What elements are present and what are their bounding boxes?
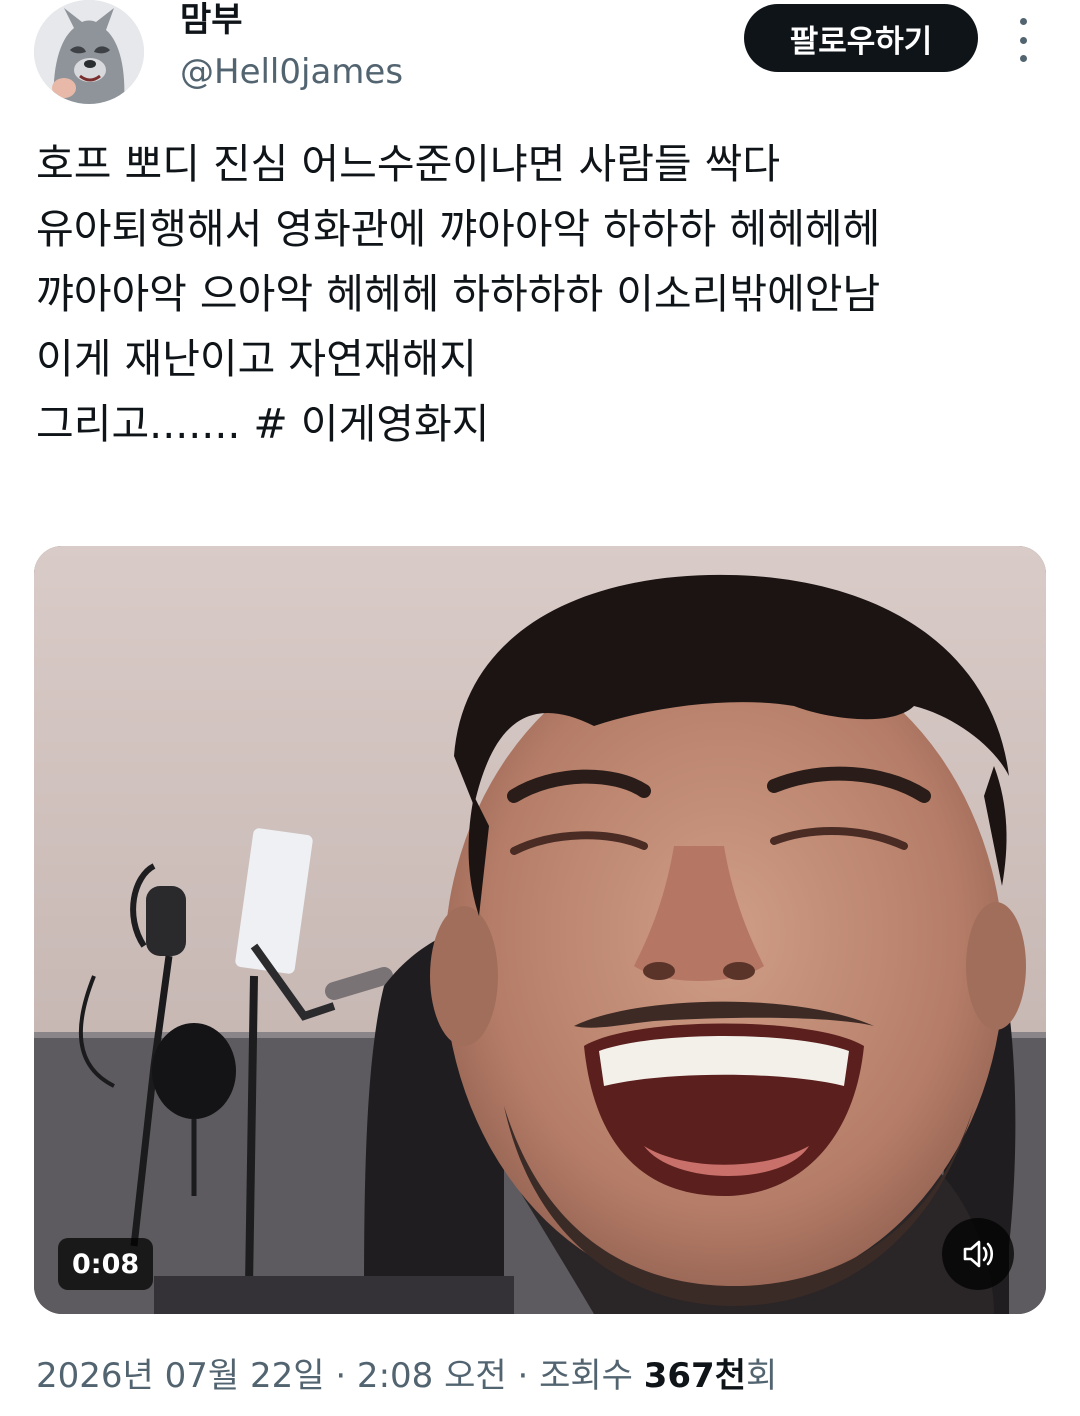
view-count: 367천 <box>643 1356 746 1396</box>
video-duration: 0:08 <box>58 1238 154 1290</box>
tweet-text: 호프 뽀디 진심 어느수준이냐면 사람들 싹다 유아퇴행해서 영화관에 꺄아아악… <box>36 132 1046 457</box>
tweet-text-line: 꺄아아악 으아악 헤헤헤 하하하하 이소리밖에안남 <box>36 270 881 318</box>
video-player[interactable]: 0:08 <box>34 546 1046 1314</box>
more-dot <box>1019 18 1027 25</box>
follow-button[interactable]: 팔로우하기 <box>744 4 978 72</box>
view-count-suffix: 회 <box>746 1356 778 1396</box>
author-handle[interactable]: @Hell0james <box>180 50 403 94</box>
tweet-text-line: 호프 뽀디 진심 어느수준이냐면 사람들 싹다 <box>36 140 781 188</box>
avatar-image <box>34 0 144 104</box>
tweet-meta: 2026년 07월 22일 · 2:08 오전 · 조회수 367천회 <box>36 1354 777 1398</box>
speaker-muted-icon[interactable] <box>942 1218 1014 1290</box>
video-frame <box>34 546 1046 1314</box>
more-vertical-icon[interactable] <box>1010 18 1036 62</box>
more-dot <box>1019 36 1027 44</box>
tweet-text-line: 유아퇴행해서 영화관에 꺄아아악 하하하 헤헤헤헤 <box>36 205 881 253</box>
tweet-header: 맘부 @Hell0james 팔로우하기 <box>0 0 1080 110</box>
tweet-text-line[interactable]: 그리고....... # 이게영화지 <box>36 392 1046 457</box>
more-dot <box>1019 55 1027 62</box>
volume-glyph <box>963 1240 994 1268</box>
tweet-text-line: 이게 재난이고 자연재해지 <box>36 335 477 383</box>
author-display-name[interactable]: 맘부 <box>180 0 243 40</box>
tweet-timestamp[interactable]: 2026년 07월 22일 · 2:08 오전 · 조회수 <box>36 1356 644 1396</box>
avatar[interactable] <box>34 0 144 104</box>
